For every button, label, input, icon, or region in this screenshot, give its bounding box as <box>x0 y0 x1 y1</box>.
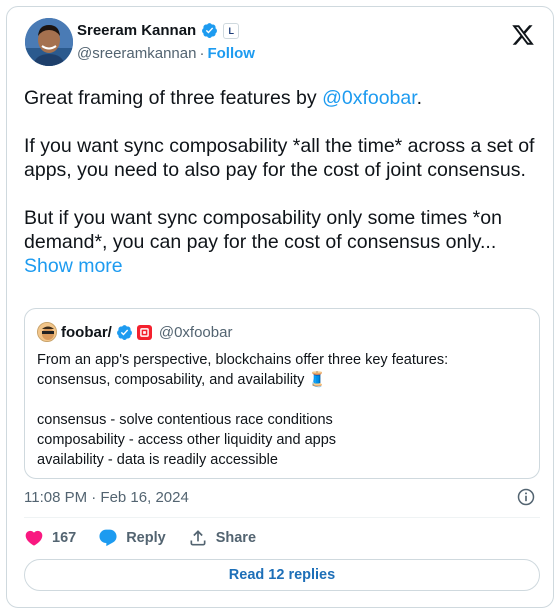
verified-icon <box>202 23 218 38</box>
mention-link[interactable]: @0xfoobar <box>322 87 417 109</box>
timestamp[interactable]: 11:08 PM · Feb 16, 2024 <box>24 489 189 506</box>
like-count: 167 <box>52 530 77 546</box>
avatar[interactable] <box>25 18 73 66</box>
tweet-paragraph-2: If you want sync composability *all the … <box>24 135 535 181</box>
share-icon <box>190 530 206 546</box>
paragraph-3-text: But if you want sync composability only … <box>24 207 502 253</box>
quoted-author-name: foobar/ <box>61 323 112 341</box>
quoted-line: consensus - solve contentious race condi… <box>37 412 333 428</box>
quoted-line: availability - data is readily accessibl… <box>37 452 278 468</box>
author-handle[interactable]: @sreeramkannan <box>77 45 196 62</box>
info-icon[interactable] <box>516 487 536 507</box>
quoted-tweet[interactable]: foobar/ @0xfoobar From an app's perspect… <box>24 308 540 479</box>
tweet-text: Great framing of three features by @0xfo… <box>24 86 539 278</box>
quoted-author-handle: @0xfoobar <box>158 323 233 341</box>
separator: · <box>199 45 205 62</box>
affiliate-badge-icon <box>136 324 152 340</box>
tweet-paragraph-1: Great framing of three features by @0xfo… <box>24 86 539 110</box>
intro-text: Great framing of three features by <box>24 87 323 109</box>
affiliate-badge: L <box>223 22 240 39</box>
share-label: Share <box>215 530 257 546</box>
handle-row: @sreeramkannan · Follow <box>77 45 255 62</box>
reply-button[interactable]: Reply <box>98 528 166 548</box>
quoted-text: From an app's perspective, blockchains o… <box>37 350 529 470</box>
reply-label: Reply <box>126 530 166 546</box>
heart-icon <box>25 530 43 546</box>
quoted-author-row: foobar/ @0xfoobar <box>37 322 232 342</box>
author-name[interactable]: Sreeram Kannan <box>77 22 196 39</box>
reply-icon <box>99 529 117 547</box>
like-button[interactable]: 167 <box>24 528 76 548</box>
tweet-card: Sreeram Kannan L @sreeramkannan · Follow G… <box>6 6 554 608</box>
author-row: Sreeram Kannan L <box>77 22 240 39</box>
divider <box>24 517 540 518</box>
quoted-line: From an app's perspective, blockchains o… <box>37 352 449 368</box>
intro-end: . <box>416 87 423 109</box>
share-button[interactable]: Share <box>188 528 256 548</box>
quoted-line: composability - access other liquidity a… <box>37 432 337 448</box>
action-bar: 167 Reply Share <box>24 527 278 549</box>
x-logo-icon[interactable] <box>511 23 535 47</box>
quoted-avatar <box>37 322 57 342</box>
read-replies-button[interactable]: Read 12 replies <box>24 559 540 591</box>
quoted-line: consensus, composability, and availabili… <box>37 372 327 388</box>
verified-icon <box>116 324 132 340</box>
show-more-link[interactable]: Show more <box>24 255 123 277</box>
tweet-paragraph-3: But if you want sync composability only … <box>24 206 539 278</box>
follow-button[interactable]: Follow <box>207 45 255 62</box>
